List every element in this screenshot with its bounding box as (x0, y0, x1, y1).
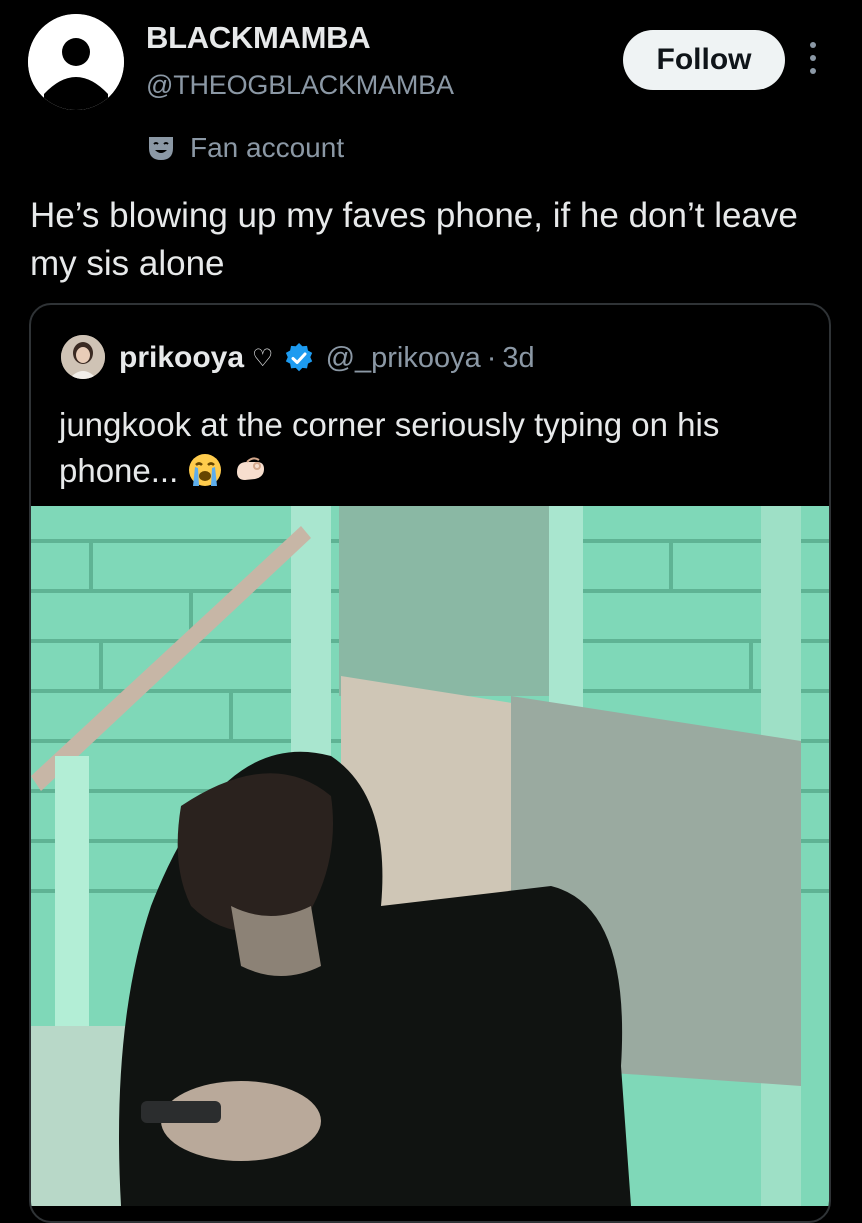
quoted-author-handle[interactable]: @_prikooya (326, 342, 481, 375)
theater-mask-icon (149, 137, 173, 160)
author-handle[interactable]: @THEOGBLACKMAMBA (146, 70, 454, 101)
quoted-tweet-body: jungkook at the corner seriously typing … (59, 406, 720, 489)
quoted-tweet-card[interactable]: prikooya ♡ @_prikooya · 3d jungkook at t… (29, 303, 831, 1223)
separator-dot: · (486, 341, 497, 374)
quoted-tweet-text: jungkook at the corner seriously typing … (59, 402, 819, 494)
pinching-hand-icon (236, 457, 264, 480)
quoted-tweet-image[interactable] (31, 506, 829, 1206)
author-avatar[interactable] (28, 14, 124, 110)
author-display-name[interactable]: BLACKMAMBA (146, 20, 371, 56)
fan-account-text: Fan account (190, 132, 345, 163)
loudly-crying-face-icon (189, 454, 222, 486)
quoted-tweet-header: prikooya ♡ @_prikooya · 3d (119, 338, 535, 378)
quoted-author-name[interactable]: prikooya (119, 341, 244, 375)
more-vertical-icon[interactable] (804, 42, 822, 80)
default-profile-icon (28, 14, 124, 110)
quoted-timestamp[interactable]: 3d (502, 342, 534, 375)
tweet-text: He’s blowing up my faves phone, if he do… (30, 196, 798, 283)
verified-badge-icon (285, 343, 312, 372)
follow-button[interactable]: Follow (623, 30, 785, 90)
quoted-author-avatar[interactable] (61, 335, 105, 379)
heart-outline-icon: ♡ (252, 344, 274, 372)
fan-account-label: Fan account (146, 130, 344, 166)
